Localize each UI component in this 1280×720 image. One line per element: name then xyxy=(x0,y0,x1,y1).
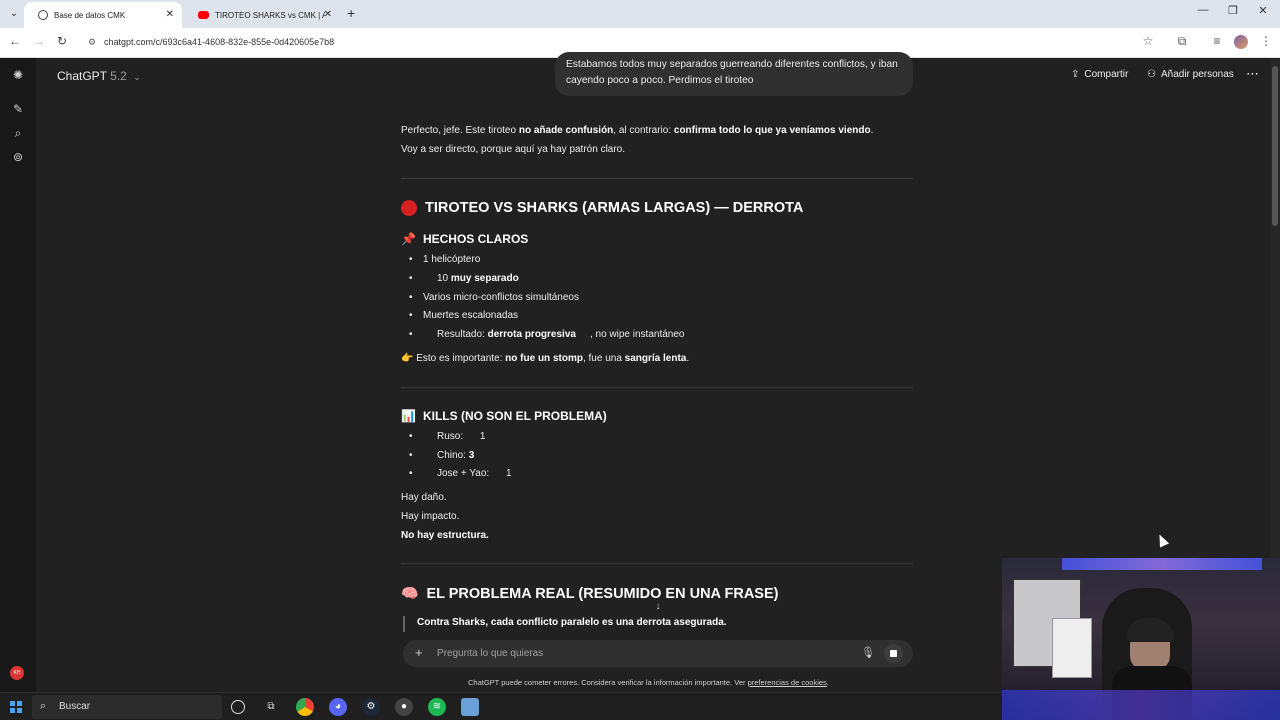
chevron-down-icon: ⌄ xyxy=(133,72,141,82)
windows-taskbar: ⌕ Buscar ⧉ ◕ ⚙ ● ≋ xyxy=(0,692,1002,720)
more-options-icon[interactable]: ⋯ xyxy=(1246,66,1259,82)
tab-title: TIROTEO SHARKS vs CMK | ARM xyxy=(215,10,325,20)
url-text[interactable]: chatgpt.com/c/693c6a41-4608-832e-855e-0d… xyxy=(104,37,334,47)
browser-menu-icon[interactable]: ⋮ xyxy=(1257,34,1275,48)
scrollbar-thumb[interactable] xyxy=(1272,66,1278,226)
scroll-down-icon[interactable]: ↓ xyxy=(651,600,665,614)
user-avatar[interactable]: KH xyxy=(10,666,24,680)
sidebar-rail: ✺ ✎ ⌕ ⊚ KH xyxy=(0,58,36,692)
led-light xyxy=(1062,558,1262,570)
search-icon: ⌕ xyxy=(40,700,47,712)
list-item: 10 muy separado xyxy=(409,273,519,284)
kills-heading: 📊 KILLS (NO SON EL PROBLEMA) xyxy=(401,409,607,423)
close-tab-icon[interactable]: ✕ xyxy=(166,9,174,20)
add-people-button[interactable]: ⚇ Añadir personas xyxy=(1147,69,1234,80)
url-field[interactable]: ⚙ chatgpt.com/c/693c6a41-4608-832e-855e-… xyxy=(80,32,1166,54)
pushpin-icon: 📌 xyxy=(401,232,416,246)
bar-chart-icon: 📊 xyxy=(401,409,416,423)
facts-heading: 📌 HECHOS CLAROS xyxy=(401,232,529,246)
mouse-cursor-icon xyxy=(1154,532,1170,548)
brain-icon: 🧠 xyxy=(401,585,419,601)
intro-paragraph-2: Voy a ser directo, porque aquí ya hay pa… xyxy=(401,144,626,155)
note-paragraph: 👉 Esto es importante: no fue un stomp, f… xyxy=(401,353,690,364)
quote-text: Contra Sharks, cada conflicto paralelo e… xyxy=(417,617,727,628)
line-dano: Hay daño. xyxy=(401,492,447,503)
spotify-icon[interactable]: ≋ xyxy=(428,698,446,716)
app-icon[interactable] xyxy=(461,698,479,716)
minimize-icon[interactable]: — xyxy=(1188,4,1218,16)
share-button[interactable]: ⇪ Compartir xyxy=(1071,69,1128,80)
extensions-icon[interactable]: ⧉ xyxy=(1173,34,1191,49)
chrome-icon[interactable] xyxy=(296,698,314,716)
response-title: TIROTEO VS SHARKS (ARMAS LARGAS) — DERRO… xyxy=(401,200,803,216)
chatgpt-favicon-icon xyxy=(38,10,48,20)
cortana-icon[interactable] xyxy=(231,700,245,714)
new-chat-icon[interactable]: ✎ xyxy=(9,100,27,118)
problem-heading: 🧠 EL PROBLEMA REAL (RESUMIDO EN UNA FRAS… xyxy=(401,585,779,602)
search-icon[interactable]: ⌕ xyxy=(9,124,27,142)
profile-avatar[interactable] xyxy=(1234,35,1248,49)
new-tab-icon[interactable]: + xyxy=(347,5,355,21)
media-control-icon[interactable]: ≡ xyxy=(1208,34,1226,48)
back-icon[interactable]: ← xyxy=(6,34,24,48)
prompt-input[interactable] xyxy=(437,640,837,667)
line-impacto: Hay impacto. xyxy=(401,511,460,522)
intro-paragraph: Perfecto, jefe. Este tiroteo no añade co… xyxy=(401,125,874,136)
list-item: Muertes escalonadas xyxy=(409,310,518,321)
restore-icon[interactable]: ❐ xyxy=(1218,4,1248,17)
reload-icon[interactable]: ↻ xyxy=(53,34,71,48)
taskbar-search[interactable]: ⌕ Buscar xyxy=(32,695,222,719)
list-item: Ruso: 1 xyxy=(409,431,485,442)
list-item: 1 helicóptero xyxy=(409,254,480,265)
disclaimer: ChatGPT puede cometer errores. Considera… xyxy=(468,678,829,687)
tab-active[interactable]: Base de datos CMK ✕ xyxy=(24,2,182,28)
openai-logo-icon[interactable]: ✺ xyxy=(9,66,27,84)
forward-icon[interactable]: → xyxy=(30,34,48,48)
obs-icon[interactable]: ● xyxy=(395,698,413,716)
tab-inactive[interactable]: TIROTEO SHARKS vs CMK | ARM ✕ xyxy=(184,2,340,28)
youtube-favicon-icon xyxy=(198,11,209,19)
close-tab-icon[interactable]: ✕ xyxy=(324,9,332,20)
site-info-icon[interactable]: ⚙ xyxy=(88,37,96,48)
list-item: Chino: 3 xyxy=(409,450,474,461)
composer: + 🎙 xyxy=(403,640,913,667)
steam-icon[interactable]: ⚙ xyxy=(362,698,380,716)
windows-start-icon[interactable] xyxy=(10,701,22,713)
browser-tabbar: ⌄ Base de datos CMK ✕ TIROTEO SHARKS vs … xyxy=(0,0,1280,28)
bookmark-star-icon[interactable]: ☆ xyxy=(1139,34,1157,48)
quote-bar xyxy=(403,616,405,632)
list-item: Varios micro-conflictos simultáneos xyxy=(409,292,579,303)
divider xyxy=(401,387,913,388)
library-icon[interactable]: ⊚ xyxy=(9,148,27,166)
tab-search-icon[interactable]: ⌄ xyxy=(6,6,22,22)
microphone-icon[interactable]: 🎙 xyxy=(861,646,875,659)
model-name: ChatGPT xyxy=(57,69,107,83)
tab-title: Base de datos CMK xyxy=(54,10,126,20)
background-device xyxy=(1052,618,1092,678)
attach-plus-icon[interactable]: + xyxy=(415,645,423,660)
task-view-icon[interactable]: ⧉ xyxy=(262,698,280,716)
webcam-overlay xyxy=(1002,558,1280,720)
divider xyxy=(401,178,913,179)
share-label: Compartir xyxy=(1084,69,1129,80)
close-window-icon[interactable]: ✕ xyxy=(1248,4,1278,17)
add-person-icon: ⚇ xyxy=(1147,69,1156,80)
model-version: 5.2 xyxy=(110,69,127,83)
cookie-preferences-link[interactable]: preferencias de cookies xyxy=(748,678,827,687)
user-message: Estabamos todos muy separados guerreando… xyxy=(555,52,913,96)
line-estructura: No hay estructura. xyxy=(401,530,489,541)
pointing-hand-icon: 👉 xyxy=(401,353,414,364)
list-item: Jose + Yao: 1 xyxy=(409,468,512,479)
stop-button[interactable] xyxy=(884,644,903,663)
red-circle-icon xyxy=(401,200,417,216)
discord-icon[interactable]: ◕ xyxy=(329,698,347,716)
add-people-label: Añadir personas xyxy=(1160,69,1234,80)
model-selector[interactable]: ChatGPT 5.2 ⌄ xyxy=(57,69,141,83)
share-icon: ⇪ xyxy=(1071,69,1080,80)
led-glow xyxy=(1002,690,1280,720)
list-item: Resultado: derrota progresiva, no wipe i… xyxy=(409,329,684,340)
divider xyxy=(401,563,913,564)
taskbar-search-label: Buscar xyxy=(59,701,91,712)
